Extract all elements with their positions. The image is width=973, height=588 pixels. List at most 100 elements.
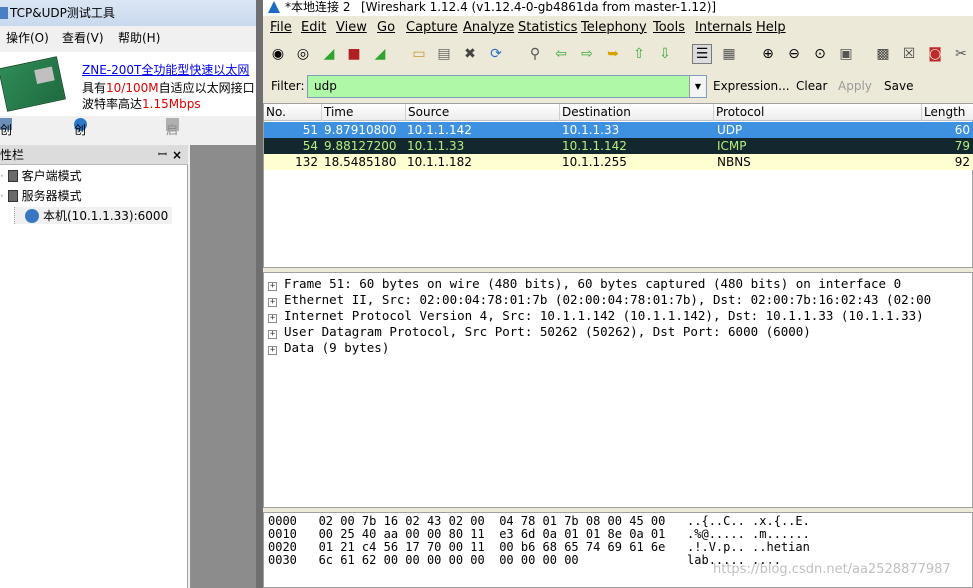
detail-udp[interactable]: + User Datagram Protocol, Src Port: 50262… bbox=[268, 324, 811, 340]
capture-filters-icon[interactable]: ▩ bbox=[873, 44, 893, 64]
col-destination[interactable]: Destination bbox=[560, 104, 714, 121]
col-protocol[interactable]: Protocol bbox=[714, 104, 922, 121]
packet-no: 51 bbox=[302, 123, 318, 137]
filter-input[interactable]: udp bbox=[307, 75, 707, 98]
tree-item-client[interactable]: · 客户端模式 bbox=[0, 167, 82, 184]
packet-time: 9.88127200 bbox=[324, 139, 397, 153]
close-icon[interactable]: × bbox=[172, 145, 182, 165]
mode-tree: · 客户端模式 · 服务器模式 本机(10.1.1.33):6000 bbox=[0, 165, 188, 588]
go-to-icon[interactable]: ➥ bbox=[603, 44, 623, 64]
packet-destination: 10.1.1.142 bbox=[562, 139, 627, 153]
coloring-rules-icon[interactable]: ◙ bbox=[925, 44, 945, 64]
col-source[interactable]: Source bbox=[406, 104, 560, 121]
watermark: https://blog.csdn.net/aa2528877987 bbox=[713, 562, 951, 577]
ad-banner[interactable]: ZNE-200T全功能型快速以太网 具有10/100M自适应以太网接口 波特率高… bbox=[0, 52, 256, 116]
menu-edit[interactable]: Edit bbox=[301, 18, 326, 38]
preferences-icon[interactable]: ✂ bbox=[951, 44, 971, 64]
menu-statistics[interactable]: Statistics bbox=[518, 18, 577, 38]
packet-list: No. Time Source Destination Protocol Len… bbox=[263, 103, 973, 373]
back-icon[interactable]: ⇦ bbox=[551, 44, 571, 64]
last-packet-icon[interactable]: ⇩ bbox=[655, 44, 675, 64]
open-file-icon[interactable]: ▭ bbox=[409, 44, 429, 64]
resize-columns-icon[interactable]: ▣ bbox=[836, 44, 856, 64]
expand-icon[interactable]: + bbox=[268, 346, 277, 355]
detail-frame[interactable]: + Frame 51: 60 bytes on wire (480 bits), … bbox=[268, 276, 901, 292]
window-divider bbox=[256, 0, 263, 588]
wireshark-window: *本地连接 2 [Wireshark 1.12.4 (v1.12.4-0-gb4… bbox=[263, 0, 973, 588]
expand-icon[interactable]: + bbox=[268, 298, 277, 307]
title-bar: TCP&UDP测试工具 bbox=[0, 0, 256, 26]
tree-label: 本机(10.1.1.33):6000 bbox=[43, 209, 169, 223]
menu-tools[interactable]: Tools bbox=[653, 18, 685, 38]
find-icon[interactable]: ⚲ bbox=[525, 44, 545, 64]
save-button[interactable]: Save bbox=[884, 79, 913, 93]
detail-ipv4[interactable]: + Internet Protocol Version 4, Src: 10.1.… bbox=[268, 308, 924, 324]
clear-button[interactable]: Clear bbox=[796, 79, 827, 93]
ad-link[interactable]: ZNE-200T全功能型快速以太网 bbox=[82, 61, 249, 78]
menu-view[interactable]: 查看(V) bbox=[62, 26, 104, 50]
normal-size-icon[interactable]: ⊙ bbox=[810, 44, 830, 64]
expression-button[interactable]: Expression... bbox=[713, 79, 790, 93]
tree-item-server[interactable]: · 服务器模式 bbox=[0, 187, 82, 204]
filter-dropdown-arrow[interactable]: ▼ bbox=[689, 76, 706, 97]
packet-time: 18.5485180 bbox=[324, 155, 397, 169]
menu-go[interactable]: Go bbox=[377, 18, 395, 38]
colorize-icon[interactable]: ☰ bbox=[692, 44, 712, 64]
forward-icon[interactable]: ⇨ bbox=[577, 44, 597, 64]
capture-title: *本地连接 2 bbox=[285, 0, 351, 14]
ad-line-3: 波特率高达1.15Mbps bbox=[82, 95, 201, 112]
packet-source: 10.1.1.33 bbox=[407, 139, 465, 153]
reload-icon[interactable]: ⟳ bbox=[486, 44, 506, 64]
menu-help[interactable]: Help bbox=[756, 18, 786, 38]
expand-icon[interactable]: + bbox=[268, 314, 277, 323]
ad-text: 波特率高达 bbox=[82, 97, 143, 111]
detail-text: Data (9 bytes) bbox=[284, 340, 390, 355]
col-no[interactable]: No. bbox=[264, 104, 322, 121]
pin-icon[interactable]: ꟷ bbox=[158, 145, 167, 165]
user-icon bbox=[25, 209, 39, 223]
apply-button[interactable]: Apply bbox=[838, 79, 872, 93]
detail-data[interactable]: + Data (9 bytes) bbox=[268, 340, 389, 356]
expand-icon[interactable]: + bbox=[268, 282, 277, 291]
packet-protocol: UDP bbox=[717, 123, 743, 137]
app-icon bbox=[0, 7, 8, 19]
packet-length: 92 bbox=[954, 155, 970, 169]
menu-analyze[interactable]: Analyze bbox=[463, 18, 514, 38]
display-filters-icon[interactable]: ☒ bbox=[899, 44, 919, 64]
ad-highlight: 10/100M bbox=[106, 81, 159, 95]
packet-row[interactable]: 51 9.87910800 10.1.1.142 10.1.1.33 UDP 6… bbox=[264, 122, 973, 138]
stop-capture-icon[interactable]: ■ bbox=[344, 44, 364, 64]
main-toolbar: ◉ ◎ ◢ ■ ◢ ▭ ▤ ✖ ⟳ ⚲ ⇦ ⇨ ➥ ⇧ ⇩ ☰ ▦ ⊕ ⊖ ⊙ … bbox=[263, 40, 973, 68]
menu-file[interactable]: File bbox=[270, 18, 292, 38]
start-capture-icon[interactable]: ◢ bbox=[319, 44, 339, 64]
tree-item-local[interactable]: 本机(10.1.1.33):6000 bbox=[14, 207, 173, 224]
menu-bar: 操作(O) 查看(V) 帮助(H) bbox=[0, 26, 256, 50]
menu-operate[interactable]: 操作(O) bbox=[6, 26, 49, 50]
packet-row[interactable]: 54 9.88127200 10.1.1.33 10.1.1.142 ICMP … bbox=[264, 138, 973, 154]
menu-telephony[interactable]: Telephony bbox=[581, 18, 647, 38]
options-icon[interactable]: ◎ bbox=[293, 44, 313, 64]
save-file-icon[interactable]: ▤ bbox=[434, 44, 454, 64]
restart-capture-icon[interactable]: ◢ bbox=[370, 44, 390, 64]
packet-row[interactable]: 132 18.5485180 10.1.1.182 10.1.1.255 NBN… bbox=[264, 154, 973, 170]
zoom-out-icon[interactable]: ⊖ bbox=[784, 44, 804, 64]
zoom-in-icon[interactable]: ⊕ bbox=[758, 44, 778, 64]
col-time[interactable]: Time bbox=[322, 104, 406, 121]
packet-destination: 10.1.1.255 bbox=[562, 155, 627, 169]
close-file-icon[interactable]: ✖ bbox=[460, 44, 480, 64]
filter-value: udp bbox=[314, 79, 337, 93]
detail-ethernet[interactable]: + Ethernet II, Src: 02:00:04:78:01:7b (02… bbox=[268, 292, 931, 308]
shark-fin-icon bbox=[268, 1, 280, 13]
col-length[interactable]: Length bbox=[922, 104, 973, 121]
menu-internals[interactable]: Internals bbox=[695, 18, 752, 38]
detail-text: Frame 51: 60 bytes on wire (480 bits), 6… bbox=[284, 276, 902, 291]
menu-help[interactable]: 帮助(H) bbox=[118, 26, 160, 50]
panel-title: 属性栏 bbox=[0, 148, 25, 162]
autoscroll-icon[interactable]: ▦ bbox=[719, 44, 739, 64]
first-packet-icon[interactable]: ⇧ bbox=[629, 44, 649, 64]
hex-row[interactable]: 0030 6c 61 62 00 00 00 00 00 00 00 00 00… bbox=[268, 554, 781, 567]
menu-view[interactable]: View bbox=[336, 18, 367, 38]
expand-icon[interactable]: + bbox=[268, 330, 277, 339]
interfaces-icon[interactable]: ◉ bbox=[268, 44, 288, 64]
menu-capture[interactable]: Capture bbox=[406, 18, 458, 38]
